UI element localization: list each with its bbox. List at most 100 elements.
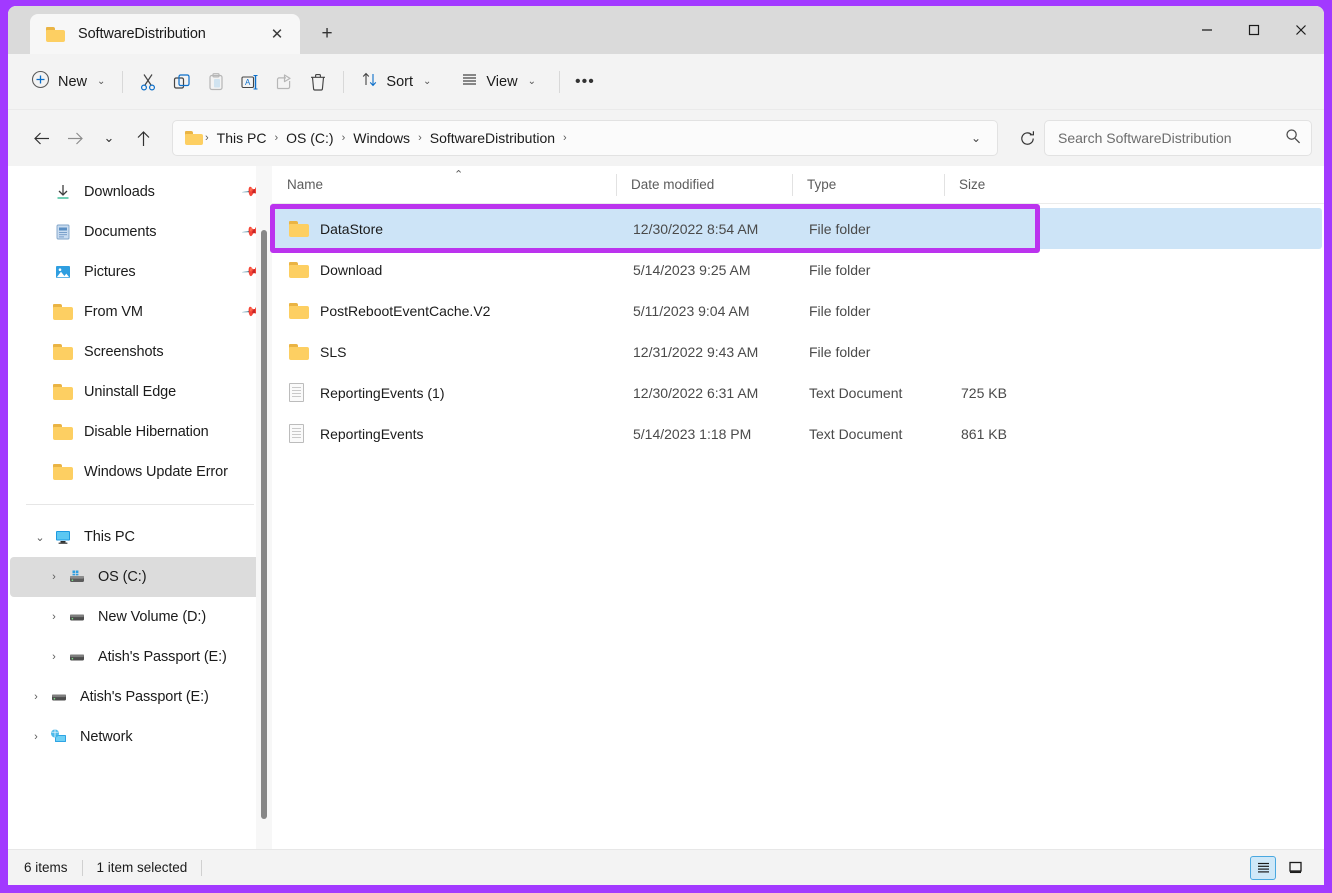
- breadcrumb-separator: ›: [340, 132, 348, 144]
- breadcrumb-separator: ›: [272, 132, 280, 144]
- chevron-right-icon[interactable]: ›: [42, 611, 66, 623]
- annotation-frame: SoftwareDistribution ✕ + New ⌄: [0, 0, 1332, 893]
- column-header-name[interactable]: Name ⌃: [272, 172, 616, 198]
- folder-icon: [185, 131, 203, 145]
- drive-icon: [48, 688, 70, 706]
- search-icon[interactable]: [1285, 128, 1301, 149]
- table-row[interactable]: Download 5/14/2023 9:25 AM File folder: [274, 249, 1322, 290]
- toolbar-divider-2: [343, 71, 344, 93]
- more-options-button[interactable]: •••: [568, 65, 602, 99]
- sidebar-item-atish-passport-e[interactable]: › Atish's Passport (E:): [10, 677, 270, 717]
- column-header-label: Date modified: [631, 177, 714, 192]
- column-header-label: Size: [959, 177, 985, 192]
- sidebar-item-screenshots[interactable]: Screenshots: [10, 332, 270, 372]
- title-bar: SoftwareDistribution ✕ +: [8, 6, 1324, 54]
- recent-locations-button[interactable]: ⌄: [92, 121, 126, 155]
- rename-icon[interactable]: A: [233, 65, 267, 99]
- sidebar-item-network[interactable]: › Network: [10, 717, 270, 757]
- chevron-right-icon[interactable]: ›: [42, 651, 66, 663]
- file-size-cell: 725 KB: [946, 385, 1042, 401]
- back-button[interactable]: [24, 121, 58, 155]
- sidebar-item-new-volume-d[interactable]: › New Volume (D:): [10, 597, 270, 637]
- copy-icon[interactable]: [165, 65, 199, 99]
- address-dropdown-icon[interactable]: ⌄: [961, 123, 991, 153]
- tab-softwaredistribution[interactable]: SoftwareDistribution ✕: [30, 14, 300, 54]
- maximize-button[interactable]: [1230, 6, 1277, 54]
- sidebar-item-this-pc[interactable]: ⌄ This PC: [10, 517, 270, 557]
- sidebar-item-label: Pictures: [84, 264, 136, 280]
- sidebar-item-atish-passport-e-child[interactable]: › Atish's Passport (E:): [10, 637, 270, 677]
- search-input[interactable]: [1058, 130, 1285, 146]
- chevron-down-icon: ⌄: [104, 130, 115, 146]
- sidebar-item-pictures[interactable]: Pictures 📌: [10, 252, 270, 292]
- status-bar: 6 items 1 item selected: [8, 849, 1324, 885]
- breadcrumb-item-os-c[interactable]: OS (C:): [280, 127, 339, 149]
- new-button[interactable]: New ⌄: [22, 65, 114, 99]
- sidebar-item-os-c[interactable]: › OS (C:): [10, 557, 270, 597]
- refresh-icon[interactable]: [1010, 121, 1044, 155]
- tab-close-icon[interactable]: ✕: [264, 21, 290, 47]
- breadcrumb-item-windows[interactable]: Windows: [347, 127, 416, 149]
- delete-icon[interactable]: [301, 65, 335, 99]
- column-header-size[interactable]: Size: [944, 172, 1040, 198]
- details-view-toggle[interactable]: [1250, 856, 1276, 880]
- file-name: ReportingEvents (1): [320, 385, 445, 401]
- folder-icon: [289, 262, 309, 278]
- table-row[interactable]: ReportingEvents (1) 12/30/2022 6:31 AM T…: [274, 372, 1322, 413]
- sort-button[interactable]: Sort ⌄: [352, 65, 440, 99]
- sidebar-item-disable-hibernation[interactable]: Disable Hibernation: [10, 412, 270, 452]
- chevron-right-icon[interactable]: ›: [24, 691, 48, 703]
- new-tab-button[interactable]: +: [310, 17, 344, 51]
- text-document-icon: [289, 383, 309, 402]
- file-type-cell: File folder: [794, 221, 946, 237]
- large-icons-view-toggle[interactable]: [1282, 856, 1308, 880]
- chevron-right-icon[interactable]: ›: [42, 571, 66, 583]
- svg-text:A: A: [245, 78, 251, 87]
- close-button[interactable]: [1277, 6, 1324, 54]
- column-headers: Name ⌃ Date modified Type Size: [272, 166, 1324, 204]
- table-row[interactable]: PostRebootEventCache.V2 5/11/2023 9:04 A…: [274, 290, 1322, 331]
- navigation-pane: Downloads 📌 Documents 📌 Pictures 📌: [8, 166, 272, 849]
- breadcrumb-item-softwaredistribution[interactable]: SoftwareDistribution: [424, 127, 561, 149]
- chevron-right-icon[interactable]: ›: [24, 731, 48, 743]
- tab-title: SoftwareDistribution: [78, 26, 264, 42]
- minimize-button[interactable]: [1183, 6, 1230, 54]
- sidebar-item-documents[interactable]: Documents 📌: [10, 212, 270, 252]
- sidebar-scrollbar[interactable]: [256, 166, 272, 849]
- column-header-type[interactable]: Type: [792, 172, 944, 198]
- documents-icon: [52, 223, 74, 241]
- sort-icon: [361, 71, 378, 92]
- file-type-cell: File folder: [794, 344, 946, 360]
- breadcrumb-separator: ›: [561, 132, 569, 144]
- sidebar-scrollbar-thumb[interactable]: [261, 230, 267, 819]
- sidebar-item-label: Downloads: [84, 184, 155, 200]
- file-name: SLS: [320, 344, 346, 360]
- forward-button[interactable]: [58, 121, 92, 155]
- chevron-down-icon[interactable]: ⌄: [28, 531, 52, 544]
- up-button[interactable]: [126, 121, 160, 155]
- search-box[interactable]: [1044, 120, 1312, 156]
- file-date-cell: 5/11/2023 9:04 AM: [618, 303, 794, 319]
- sidebar-item-label: Network: [80, 729, 132, 745]
- column-header-date-modified[interactable]: Date modified: [616, 172, 792, 198]
- cut-icon[interactable]: [131, 65, 165, 99]
- file-name-cell: ReportingEvents (1): [274, 383, 618, 402]
- file-type-cell: File folder: [794, 262, 946, 278]
- text-document-icon: [289, 424, 309, 443]
- breadcrumb: › This PC › OS (C:) › Windows › Software…: [203, 127, 961, 149]
- sidebar-item-from-vm[interactable]: From VM 📌: [10, 292, 270, 332]
- share-icon: [267, 65, 301, 99]
- sidebar-item-downloads[interactable]: Downloads 📌: [10, 172, 270, 212]
- file-type-cell: File folder: [794, 303, 946, 319]
- sidebar-item-windows-update-error[interactable]: Windows Update Error: [10, 452, 270, 492]
- address-bar-row: ⌄ › This PC › OS (C:) › Windows › Softwa…: [8, 110, 1324, 166]
- address-bar[interactable]: › This PC › OS (C:) › Windows › Software…: [172, 120, 998, 156]
- table-row[interactable]: ReportingEvents 5/14/2023 1:18 PM Text D…: [274, 413, 1322, 454]
- folder-icon: [52, 304, 74, 320]
- sidebar-item-uninstall-edge[interactable]: Uninstall Edge: [10, 372, 270, 412]
- file-name: PostRebootEventCache.V2: [320, 303, 490, 319]
- view-button[interactable]: View ⌄: [452, 65, 545, 99]
- table-row[interactable]: SLS 12/31/2022 9:43 AM File folder: [274, 331, 1322, 372]
- breadcrumb-item-this-pc[interactable]: This PC: [211, 127, 273, 149]
- table-row[interactable]: DataStore 12/30/2022 8:54 AM File folder: [274, 208, 1322, 249]
